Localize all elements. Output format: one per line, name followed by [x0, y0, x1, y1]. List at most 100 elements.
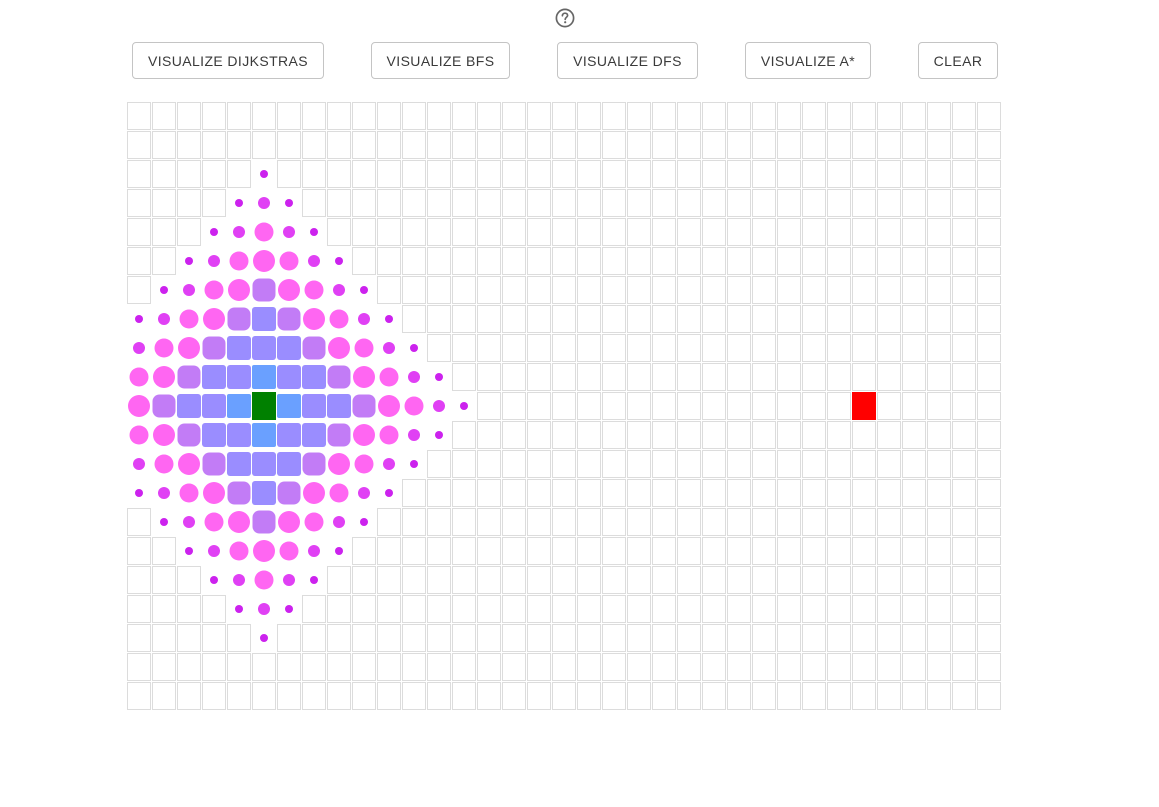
grid-cell[interactable] — [602, 566, 626, 594]
grid-cell[interactable] — [427, 131, 451, 159]
grid-cell[interactable] — [452, 334, 476, 362]
grid-cell[interactable] — [927, 276, 951, 304]
grid-cell[interactable] — [527, 131, 551, 159]
grid-cell[interactable] — [602, 102, 626, 130]
grid-cell[interactable] — [502, 305, 526, 333]
visited-cell[interactable] — [252, 305, 276, 333]
grid-cell[interactable] — [527, 189, 551, 217]
grid-cell[interactable] — [427, 537, 451, 565]
grid-cell[interactable] — [752, 682, 776, 710]
grid-cell[interactable] — [202, 189, 226, 217]
grid-cell[interactable] — [377, 276, 401, 304]
grid-cell[interactable] — [227, 160, 251, 188]
visited-cell[interactable] — [377, 479, 401, 507]
grid-cell[interactable] — [927, 566, 951, 594]
grid-cell[interactable] — [552, 189, 576, 217]
grid-cell[interactable] — [702, 392, 726, 420]
grid-cell[interactable] — [502, 653, 526, 681]
grid-cell[interactable] — [977, 247, 1001, 275]
grid-cell[interactable] — [427, 305, 451, 333]
grid-cell[interactable] — [552, 102, 576, 130]
visited-cell[interactable] — [227, 421, 251, 449]
visited-cell[interactable] — [402, 392, 426, 420]
grid-cell[interactable] — [127, 595, 151, 623]
grid-cell[interactable] — [627, 682, 651, 710]
visited-cell[interactable] — [352, 334, 376, 362]
grid-cell[interactable] — [602, 421, 626, 449]
visited-cell[interactable] — [227, 392, 251, 420]
grid-cell[interactable] — [627, 247, 651, 275]
visited-cell[interactable] — [302, 479, 326, 507]
grid-cell[interactable] — [452, 653, 476, 681]
grid-cell[interactable] — [902, 421, 926, 449]
grid-cell[interactable] — [577, 537, 601, 565]
grid-cell[interactable] — [277, 102, 301, 130]
grid-cell[interactable] — [177, 131, 201, 159]
grid-cell[interactable] — [727, 363, 751, 391]
grid-cell[interactable] — [252, 653, 276, 681]
grid-cell[interactable] — [652, 131, 676, 159]
grid-cell[interactable] — [952, 363, 976, 391]
grid-cell[interactable] — [652, 276, 676, 304]
grid-cell[interactable] — [652, 392, 676, 420]
grid-cell[interactable] — [502, 566, 526, 594]
visited-cell[interactable] — [302, 334, 326, 362]
grid-cell[interactable] — [502, 508, 526, 536]
grid-cell[interactable] — [952, 595, 976, 623]
grid-cell[interactable] — [877, 566, 901, 594]
grid-cell[interactable] — [927, 131, 951, 159]
visited-cell[interactable] — [202, 247, 226, 275]
grid-cell[interactable] — [502, 421, 526, 449]
grid-cell[interactable] — [227, 653, 251, 681]
grid-cell[interactable] — [502, 160, 526, 188]
grid-cell[interactable] — [602, 189, 626, 217]
grid-cell[interactable] — [802, 682, 826, 710]
grid-cell[interactable] — [852, 566, 876, 594]
grid-cell[interactable] — [827, 450, 851, 478]
grid-cell[interactable] — [652, 566, 676, 594]
grid-cell[interactable] — [977, 131, 1001, 159]
grid-cell[interactable] — [602, 363, 626, 391]
grid-cell[interactable] — [902, 508, 926, 536]
grid-cell[interactable] — [127, 682, 151, 710]
grid-cell[interactable] — [127, 131, 151, 159]
visited-cell[interactable] — [427, 421, 451, 449]
grid-cell[interactable] — [952, 334, 976, 362]
grid-cell[interactable] — [802, 131, 826, 159]
grid-cell[interactable] — [627, 305, 651, 333]
grid-cell[interactable] — [127, 537, 151, 565]
grid-cell[interactable] — [402, 276, 426, 304]
grid-cell[interactable] — [552, 160, 576, 188]
grid-cell[interactable] — [377, 102, 401, 130]
grid-cell[interactable] — [902, 653, 926, 681]
grid-cell[interactable] — [677, 595, 701, 623]
grid-cell[interactable] — [477, 160, 501, 188]
grid-cell[interactable] — [927, 247, 951, 275]
visited-cell[interactable] — [227, 218, 251, 246]
grid-cell[interactable] — [377, 537, 401, 565]
grid-cell[interactable] — [727, 479, 751, 507]
grid-cell[interactable] — [652, 218, 676, 246]
visited-cell[interactable] — [227, 305, 251, 333]
grid-cell[interactable] — [452, 218, 476, 246]
visited-cell[interactable] — [227, 537, 251, 565]
grid-cell[interactable] — [702, 102, 726, 130]
grid-cell[interactable] — [902, 189, 926, 217]
grid-cell[interactable] — [627, 392, 651, 420]
help-circle-icon[interactable] — [555, 8, 575, 28]
grid-cell[interactable] — [627, 189, 651, 217]
grid-cell[interactable] — [452, 566, 476, 594]
grid-cell[interactable] — [802, 305, 826, 333]
grid-cell[interactable] — [602, 218, 626, 246]
visited-cell[interactable] — [302, 363, 326, 391]
visited-cell[interactable] — [177, 421, 201, 449]
grid-cell[interactable] — [902, 392, 926, 420]
grid-cell[interactable] — [552, 508, 576, 536]
grid-cell[interactable] — [827, 305, 851, 333]
grid-cell[interactable] — [677, 247, 701, 275]
grid-cell[interactable] — [577, 479, 601, 507]
grid-cell[interactable] — [177, 624, 201, 652]
grid-cell[interactable] — [677, 653, 701, 681]
grid-cell[interactable] — [152, 566, 176, 594]
visited-cell[interactable] — [127, 392, 151, 420]
